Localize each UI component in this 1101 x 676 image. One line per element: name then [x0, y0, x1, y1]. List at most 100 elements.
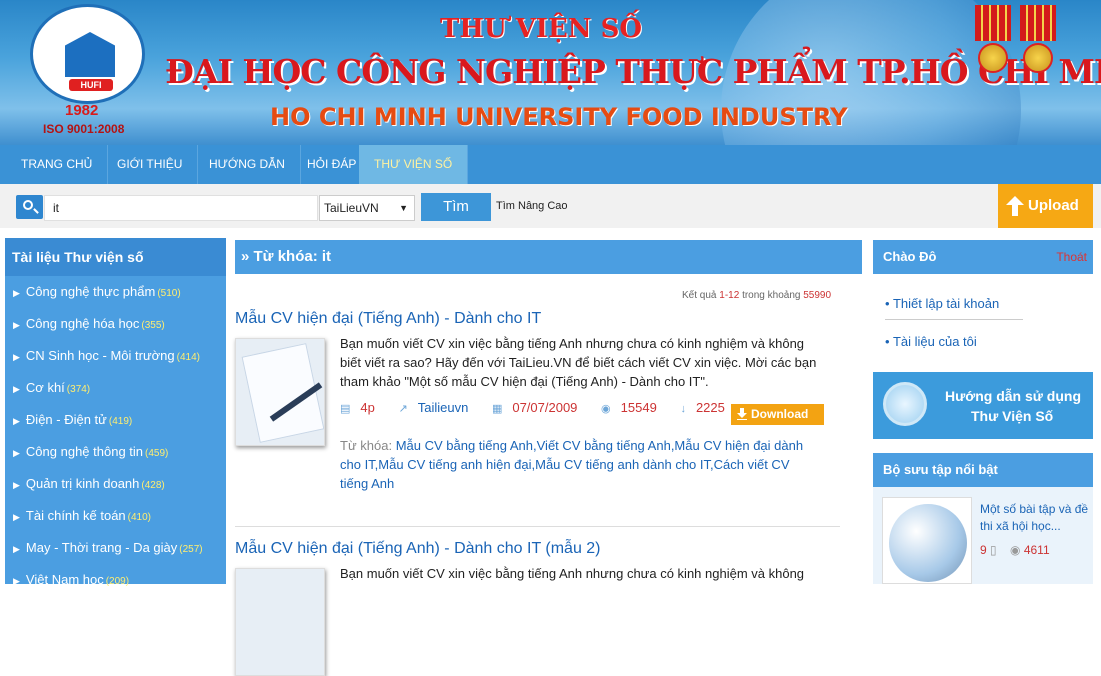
logo-label: HUFI — [69, 79, 113, 91]
advanced-search-link[interactable]: Tìm Nâng Cao — [496, 200, 568, 212]
bullet-icon: • — [885, 296, 890, 311]
source-select-value: TaiLieuVN — [324, 201, 379, 215]
download-button[interactable]: Download — [731, 404, 824, 425]
result-total: 55990 — [803, 290, 832, 301]
book-icon — [65, 32, 115, 77]
iso-label: ISO 9001:2008 — [43, 122, 125, 136]
account-settings-link[interactable]: • Thiết lập tài khoản — [873, 296, 1093, 311]
usage-guide-banner[interactable]: Hướng dẫn sử dụng Thư Viện Số — [873, 372, 1093, 439]
category-item[interactable]: ▶ Việt Nam học (209) — [5, 564, 226, 596]
category-item[interactable]: ▶ Quản trị kinh doanh (428) — [5, 468, 226, 500]
upload-button[interactable]: Upload — [998, 184, 1093, 228]
eye-icon: ◉ — [1009, 543, 1021, 557]
document-keywords: Từ khóa: Mẫu CV bằng tiếng Anh,Viết CV b… — [340, 436, 820, 493]
page-count: 4p — [360, 400, 375, 415]
category-item[interactable]: ▶ Cơ khí (374) — [5, 372, 226, 404]
download-label: Download — [751, 407, 809, 421]
guide-line1: Hướng dẫn sử dụng — [945, 388, 1081, 404]
greeting-text: Chào Đô — [883, 249, 937, 264]
upload-arrow-icon — [1006, 196, 1024, 216]
university-logo[interactable]: HUFI — [30, 4, 145, 104]
source-select[interactable]: TaiLieuVN ▼ — [319, 195, 415, 221]
upload-label: Upload — [1028, 197, 1079, 214]
collection-thumbnail[interactable] — [882, 497, 972, 584]
user-panel: Chào Đô Thoát • Thiết lập tài khoản • Tà… — [873, 240, 1093, 360]
search-icon — [23, 200, 33, 210]
search-button[interactable]: Tìm — [421, 193, 491, 221]
magnifier-icon — [883, 382, 927, 426]
category-count: (510) — [157, 288, 181, 299]
nav-digital-library[interactable]: THƯ VIỆN SỐ — [359, 145, 469, 184]
bullet-icon: ▶ — [13, 384, 20, 394]
search-input[interactable]: it — [44, 195, 318, 221]
banner-title-en: HO CHI MINH UNIVERSITY FOOD INDUSTRY — [270, 103, 848, 131]
doc-icon: ▯ — [990, 543, 997, 557]
document-title[interactable]: Mẫu CV hiện đại (Tiếng Anh) - Dành cho I… — [235, 310, 855, 328]
document-description: Bạn muốn viết CV xin việc bằng tiếng Anh… — [340, 336, 817, 389]
category-item[interactable]: ▶ Công nghệ hóa học (355) — [5, 308, 226, 340]
medal-icon — [975, 5, 1011, 75]
document-meta: ▤ 4p ↗ Tailieuvn ▦ 07/07/2009 ◉ 15549 ↓ 2225 — [340, 400, 745, 415]
category-count: (374) — [66, 384, 91, 395]
link-label: Tài liệu của tôi — [892, 334, 977, 349]
category-label: Công nghệ thông tin — [25, 444, 144, 459]
medal-icon — [1020, 5, 1056, 75]
collection-pages: 9 — [980, 543, 987, 557]
bullet-icon: ▶ — [13, 320, 20, 330]
category-label: Quản trị kinh doanh — [25, 476, 140, 491]
category-label: Công nghệ thực phẩm — [25, 284, 156, 299]
category-item[interactable]: ▶ Công nghệ thực phẩm (510) — [5, 276, 226, 308]
site-banner: HUFI 1982 ISO 9001:2008 THƯ VIỆN SỐ ĐẠI … — [0, 0, 1101, 145]
bullet-icon: ▶ — [13, 576, 20, 586]
link-label: Thiết lập tài khoản — [892, 296, 1000, 311]
divider — [235, 526, 840, 527]
collection-title: Bộ sưu tập nổi bật — [873, 453, 1093, 487]
founding-year: 1982 — [65, 102, 99, 119]
category-count: (414) — [176, 352, 201, 363]
collection-views: 4611 — [1023, 543, 1050, 557]
document-thumbnail[interactable] — [235, 338, 325, 446]
caret-down-icon: ▼ — [399, 203, 408, 213]
keyword-heading: » Từ khóa: it — [235, 240, 862, 274]
document-title[interactable]: Mẫu CV hiện đại (Tiếng Anh) - Dành cho I… — [235, 540, 855, 558]
document-description: Bạn muốn viết CV xin việc bằng tiếng Anh… — [340, 566, 805, 581]
keyword-links[interactable]: Mẫu CV bằng tiếng Anh,Viết CV bằng tiếng… — [340, 438, 803, 491]
result-summary: Kết quả 1-12 trong khoảng 55990 — [682, 290, 831, 301]
upload-date: 07/07/2009 — [512, 400, 578, 415]
document-item: Mẫu CV hiện đại (Tiếng Anh) - Dành cho I… — [235, 310, 855, 446]
bullet-icon: ▶ — [13, 288, 20, 298]
nav-guide[interactable]: HƯỚNG DẪN — [194, 145, 301, 184]
category-count: (410) — [127, 512, 152, 523]
category-count: (459) — [145, 448, 169, 459]
category-item[interactable]: ▶ CN Sinh học - Môi trường (414) — [5, 340, 226, 372]
category-count: (355) — [141, 320, 165, 331]
category-item[interactable]: ▶ Tài chính kế toán (410) — [5, 500, 226, 532]
bullet-icon: ▶ — [13, 352, 20, 362]
search-icon-button[interactable] — [16, 195, 43, 219]
user-greeting: Chào Đô Thoát — [873, 240, 1093, 274]
share-icon: ↗ — [398, 403, 408, 415]
category-item[interactable]: ▶ Công nghệ thông tin (459) — [5, 436, 226, 468]
doc-icon: ▤ — [340, 403, 351, 415]
my-documents-link[interactable]: • Tài liệu của tôi — [873, 334, 1093, 349]
nav-home[interactable]: TRANG CHỦ — [6, 145, 109, 184]
collection-item-title[interactable]: Một số bài tập và đề thi xã hội học... — [980, 501, 1090, 535]
document-thumbnail[interactable] — [235, 568, 325, 676]
author-link[interactable]: Tailieuvn — [418, 400, 469, 415]
category-item[interactable]: ▶ May - Thời trang - Da giày (257) — [5, 532, 226, 564]
category-item[interactable]: ▶ Điện - Điện tử (419) — [5, 404, 226, 436]
collection-item-meta: 9 ▯ ◉ 4611 — [980, 543, 1050, 557]
category-label: May - Thời trang - Da giày — [25, 540, 178, 555]
view-count: 15549 — [620, 400, 657, 415]
download-arrow-icon — [737, 408, 747, 420]
download-count: 2225 — [695, 400, 725, 415]
banner-title-top: THƯ VIỆN SỐ — [440, 14, 643, 44]
main-nav: TRANG CHỦ GIỚI THIỆU HƯỚNG DẪN HỎI ĐÁP T… — [0, 145, 1101, 184]
keywords-label: Từ khóa: — [340, 438, 393, 453]
nav-about[interactable]: GIỚI THIỆU — [102, 145, 199, 184]
category-label: Tài chính kế toán — [25, 508, 126, 523]
featured-collection: Bộ sưu tập nổi bật Một số bài tập và đề … — [873, 453, 1093, 584]
bullet-icon: ▶ — [13, 480, 20, 490]
result-range: 1-12 — [719, 290, 740, 301]
logout-link[interactable]: Thoát — [1056, 240, 1087, 274]
